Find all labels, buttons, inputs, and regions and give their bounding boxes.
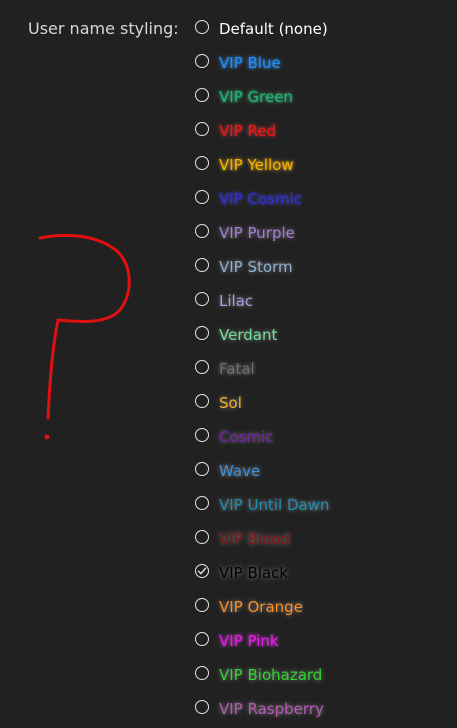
radio-unchecked-icon[interactable] [195,54,209,68]
radio-unchecked-icon[interactable] [195,360,209,374]
radio-unchecked-icon[interactable] [195,632,209,646]
radio-option-label: VIP Purple [219,223,295,242]
radio-option-label: VIP Until Dawn [219,495,330,514]
radio-option-label: Fatal [219,359,255,378]
radio-option-label: VIP Yellow [219,155,294,174]
radio-option-label: Cosmic [219,427,274,446]
radio-option-label: Sol [219,393,242,412]
radio-option-label: VIP Green [219,87,293,106]
radio-unchecked-icon[interactable] [195,700,209,714]
radio-option-vip-cosmic[interactable]: VIP Cosmic [195,182,455,216]
radio-option-vip-pink[interactable]: VIP Pink [195,624,455,658]
styling-radio-group: Default (none) VIP Blue VIP Green VIP Red VI… [195,12,455,726]
radio-option-cosmic[interactable]: Cosmic [195,420,455,454]
radio-option-default-none[interactable]: Default (none) [195,12,455,46]
radio-unchecked-icon[interactable] [195,462,209,476]
radio-unchecked-icon[interactable] [195,20,209,34]
radio-option-label: Default (none) [219,19,328,38]
radio-option-sol[interactable]: Sol [195,386,455,420]
radio-option-label: VIP Blood [219,529,290,548]
radio-unchecked-icon[interactable] [195,190,209,204]
radio-option-wave[interactable]: Wave [195,454,455,488]
radio-option-vip-biohazard[interactable]: VIP Biohazard [195,658,455,692]
radio-checked-icon[interactable] [195,564,209,578]
radio-option-label: VIP Biohazard [219,665,323,684]
radio-unchecked-icon[interactable] [195,496,209,510]
radio-unchecked-icon[interactable] [195,530,209,544]
radio-option-vip-green[interactable]: VIP Green [195,80,455,114]
user-name-styling-label: User name styling: [28,19,179,38]
radio-option-label: Lilac [219,291,254,310]
radio-option-fatal[interactable]: Fatal [195,352,455,386]
radio-option-label: VIP Blue [219,53,281,72]
radio-option-vip-yellow[interactable]: VIP Yellow [195,148,455,182]
radio-option-label: VIP Raspberry [219,699,324,718]
radio-option-vip-red[interactable]: VIP Red [195,114,455,148]
radio-option-label: Verdant [219,325,278,344]
radio-unchecked-icon[interactable] [195,122,209,136]
radio-option-verdant[interactable]: Verdant [195,318,455,352]
radio-option-label: VIP Pink [219,631,279,650]
question-mark-stroke [38,233,131,420]
radio-unchecked-icon[interactable] [195,666,209,680]
radio-option-vip-orange[interactable]: VIP Orange [195,590,455,624]
radio-option-vip-blood[interactable]: VIP Blood [195,522,455,556]
radio-option-vip-storm[interactable]: VIP Storm [195,250,455,284]
radio-option-label: VIP Storm [219,257,293,276]
radio-unchecked-icon[interactable] [195,428,209,442]
radio-option-vip-purple[interactable]: VIP Purple [195,216,455,250]
radio-option-label: VIP Red [219,121,276,140]
radio-unchecked-icon[interactable] [195,394,209,408]
radio-unchecked-icon[interactable] [195,326,209,340]
radio-option-label: Wave [219,461,261,480]
radio-unchecked-icon[interactable] [195,598,209,612]
radio-unchecked-icon[interactable] [195,156,209,170]
radio-option-label: VIP Orange [219,597,303,616]
radio-unchecked-icon[interactable] [195,224,209,238]
radio-option-vip-black[interactable]: VIP Black [195,556,455,590]
radio-option-lilac[interactable]: Lilac [195,284,455,318]
radio-unchecked-icon[interactable] [195,88,209,102]
radio-unchecked-icon[interactable] [195,292,209,306]
question-mark-dot [44,434,50,440]
radio-option-label: VIP Cosmic [219,189,302,208]
radio-option-vip-raspberry[interactable]: VIP Raspberry [195,692,455,726]
radio-option-label: VIP Black [219,563,289,582]
radio-option-vip-blue[interactable]: VIP Blue [195,46,455,80]
radio-unchecked-icon[interactable] [195,258,209,272]
radio-option-vip-until-dawn[interactable]: VIP Until Dawn [195,488,455,522]
